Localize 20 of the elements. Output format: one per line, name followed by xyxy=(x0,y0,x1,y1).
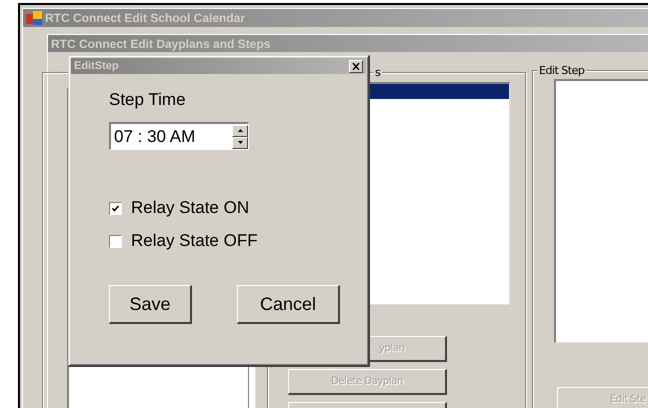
checkbox[interactable] xyxy=(109,234,122,248)
window-title: RTC Connect Edit Dayplans and Steps xyxy=(51,36,270,50)
up-arrow-icon xyxy=(238,129,242,132)
group-legend: Edit Step xyxy=(537,64,586,77)
step-time-label: Step Time xyxy=(109,90,187,110)
app-icon xyxy=(26,11,42,25)
check-icon xyxy=(112,204,119,212)
time-field[interactable]: 07 : 30 AM xyxy=(109,122,249,150)
checkbox[interactable] xyxy=(109,202,122,214)
spin-down-button[interactable] xyxy=(232,136,248,148)
checkbox-label: Relay State ON xyxy=(131,198,250,218)
spin-up-button[interactable] xyxy=(232,124,248,136)
dialog-button[interactable]: Cancel xyxy=(237,285,340,324)
window-title: RTC Connect Edit School Calendar xyxy=(45,11,246,25)
close-button[interactable] xyxy=(349,60,363,72)
dialog-title: EditStep xyxy=(74,60,119,72)
close-icon xyxy=(352,62,360,70)
down-arrow-icon xyxy=(238,141,242,144)
checkbox-label: Relay State OFF xyxy=(131,231,258,251)
dialog-button[interactable]: Save xyxy=(109,285,192,324)
